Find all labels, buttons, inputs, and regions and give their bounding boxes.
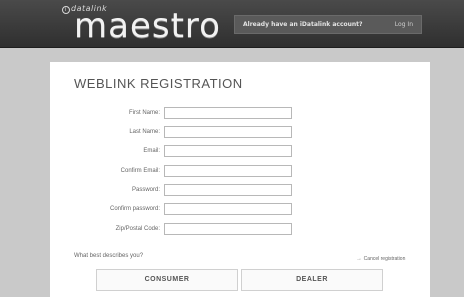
account-bar: Already have an iDatalink account? Log I… (234, 15, 422, 34)
zip-field[interactable] (164, 223, 292, 235)
cancel-label: Cancel registration (363, 256, 406, 262)
login-link[interactable]: Log In (395, 21, 413, 28)
site-header: i datalink maestro Already have an iDatal… (0, 0, 464, 48)
email-label: Email: (143, 148, 160, 154)
confirm-email-label: Confirm Email: (120, 168, 160, 174)
password-field[interactable] (164, 184, 292, 196)
user-type-question: What best describes you? (74, 253, 144, 259)
arrow-right-icon: → (356, 256, 364, 262)
confirm-email-field[interactable] (164, 165, 292, 177)
maestro-logo: maestro (74, 6, 221, 46)
consumer-button[interactable]: CONSUMER (96, 269, 238, 291)
first-name-field[interactable] (164, 107, 292, 119)
cancel-registration-link[interactable]: → Cancel registration (356, 256, 405, 262)
logo-circle-icon: i (62, 6, 70, 14)
registration-panel: WEBLINK REGISTRATION First Name: Last Na… (50, 62, 430, 297)
email-field[interactable] (164, 145, 292, 157)
zip-label: Zip/Postal Code: (115, 226, 160, 232)
first-name-label: First Name: (128, 110, 160, 116)
dealer-button[interactable]: DEALER (241, 269, 383, 291)
confirm-password-field[interactable] (164, 203, 292, 215)
account-question: Already have an iDatalink account? (243, 21, 363, 28)
confirm-password-label: Confirm password: (109, 206, 160, 212)
password-label: Password: (131, 187, 160, 193)
last-name-label: Last Name: (129, 129, 160, 135)
page-title: WEBLINK REGISTRATION (74, 76, 243, 91)
last-name-field[interactable] (164, 126, 292, 138)
